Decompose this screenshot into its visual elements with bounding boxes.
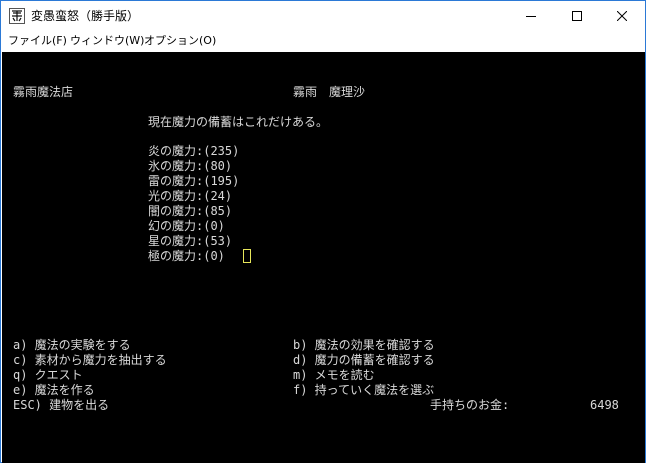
option-a[interactable]: a) 魔法の実験をする [13, 338, 131, 353]
window-title: 変愚蛮怒（勝手版） [31, 9, 140, 23]
option-d[interactable]: d) 魔力の備蓄を確認する [293, 353, 435, 368]
option-c[interactable]: c) 素材から魔力を抽出する [13, 353, 167, 368]
game-console[interactable]: 霧雨魔法店 霧雨 魔理沙 現在魔力の備蓄はこれだけある。 炎の魔力:(235) … [2, 52, 645, 463]
maximize-icon [572, 11, 582, 21]
mana-fire: 炎の魔力:(235) [148, 144, 240, 158]
application-window: 変愚蛮怒（勝手版） ファイル(F) ウィンドウ(W) オプション(O) 霧雨魔法… [0, 0, 646, 463]
mana-star: 星の魔力:(53) [148, 234, 233, 248]
minimize-button[interactable] [508, 1, 554, 31]
option-m[interactable]: m) メモを読む [293, 368, 375, 383]
menu-bar: ファイル(F) ウィンドウ(W) オプション(O) [1, 31, 645, 52]
minimize-icon [526, 16, 536, 17]
mana-lightning: 雷の魔力:(195) [148, 174, 240, 188]
mana-ice: 氷の魔力:(80) [148, 159, 233, 173]
option-e[interactable]: e) 魔法を作る [13, 383, 95, 398]
option-f[interactable]: f) 持っていく魔法を選ぶ [293, 383, 434, 398]
mana-dark: 闇の魔力:(85) [148, 204, 233, 218]
menu-file[interactable]: ファイル(F) [8, 34, 67, 48]
gold-amount: 6498 [590, 398, 619, 412]
option-escape[interactable]: ESC) 建物を出る [13, 398, 109, 413]
mana-light: 光の魔力:(24) [148, 189, 233, 203]
menu-window[interactable]: ウィンドウ(W) [70, 34, 144, 48]
maximize-button[interactable] [554, 1, 600, 31]
shop-name: 霧雨魔法店 [13, 85, 74, 99]
close-icon [617, 11, 627, 21]
mana-illusion: 幻の魔力:(0) [148, 219, 225, 233]
option-q[interactable]: q) クエスト [13, 368, 83, 383]
mana-ultimate: 極の魔力:(0) [148, 249, 225, 263]
shop-owner: 霧雨 魔理沙 [293, 85, 366, 99]
app-icon[interactable] [9, 8, 25, 24]
intro-message: 現在魔力の備蓄はこれだけある。 [148, 115, 329, 129]
title-bar[interactable]: 変愚蛮怒（勝手版） [1, 1, 645, 31]
close-button[interactable] [599, 1, 645, 31]
menu-options[interactable]: オプション(O) [144, 34, 216, 48]
option-b[interactable]: b) 魔法の効果を確認する [293, 338, 435, 353]
text-cursor [243, 249, 251, 263]
gold-label: 手持ちのお金: [430, 398, 510, 412]
